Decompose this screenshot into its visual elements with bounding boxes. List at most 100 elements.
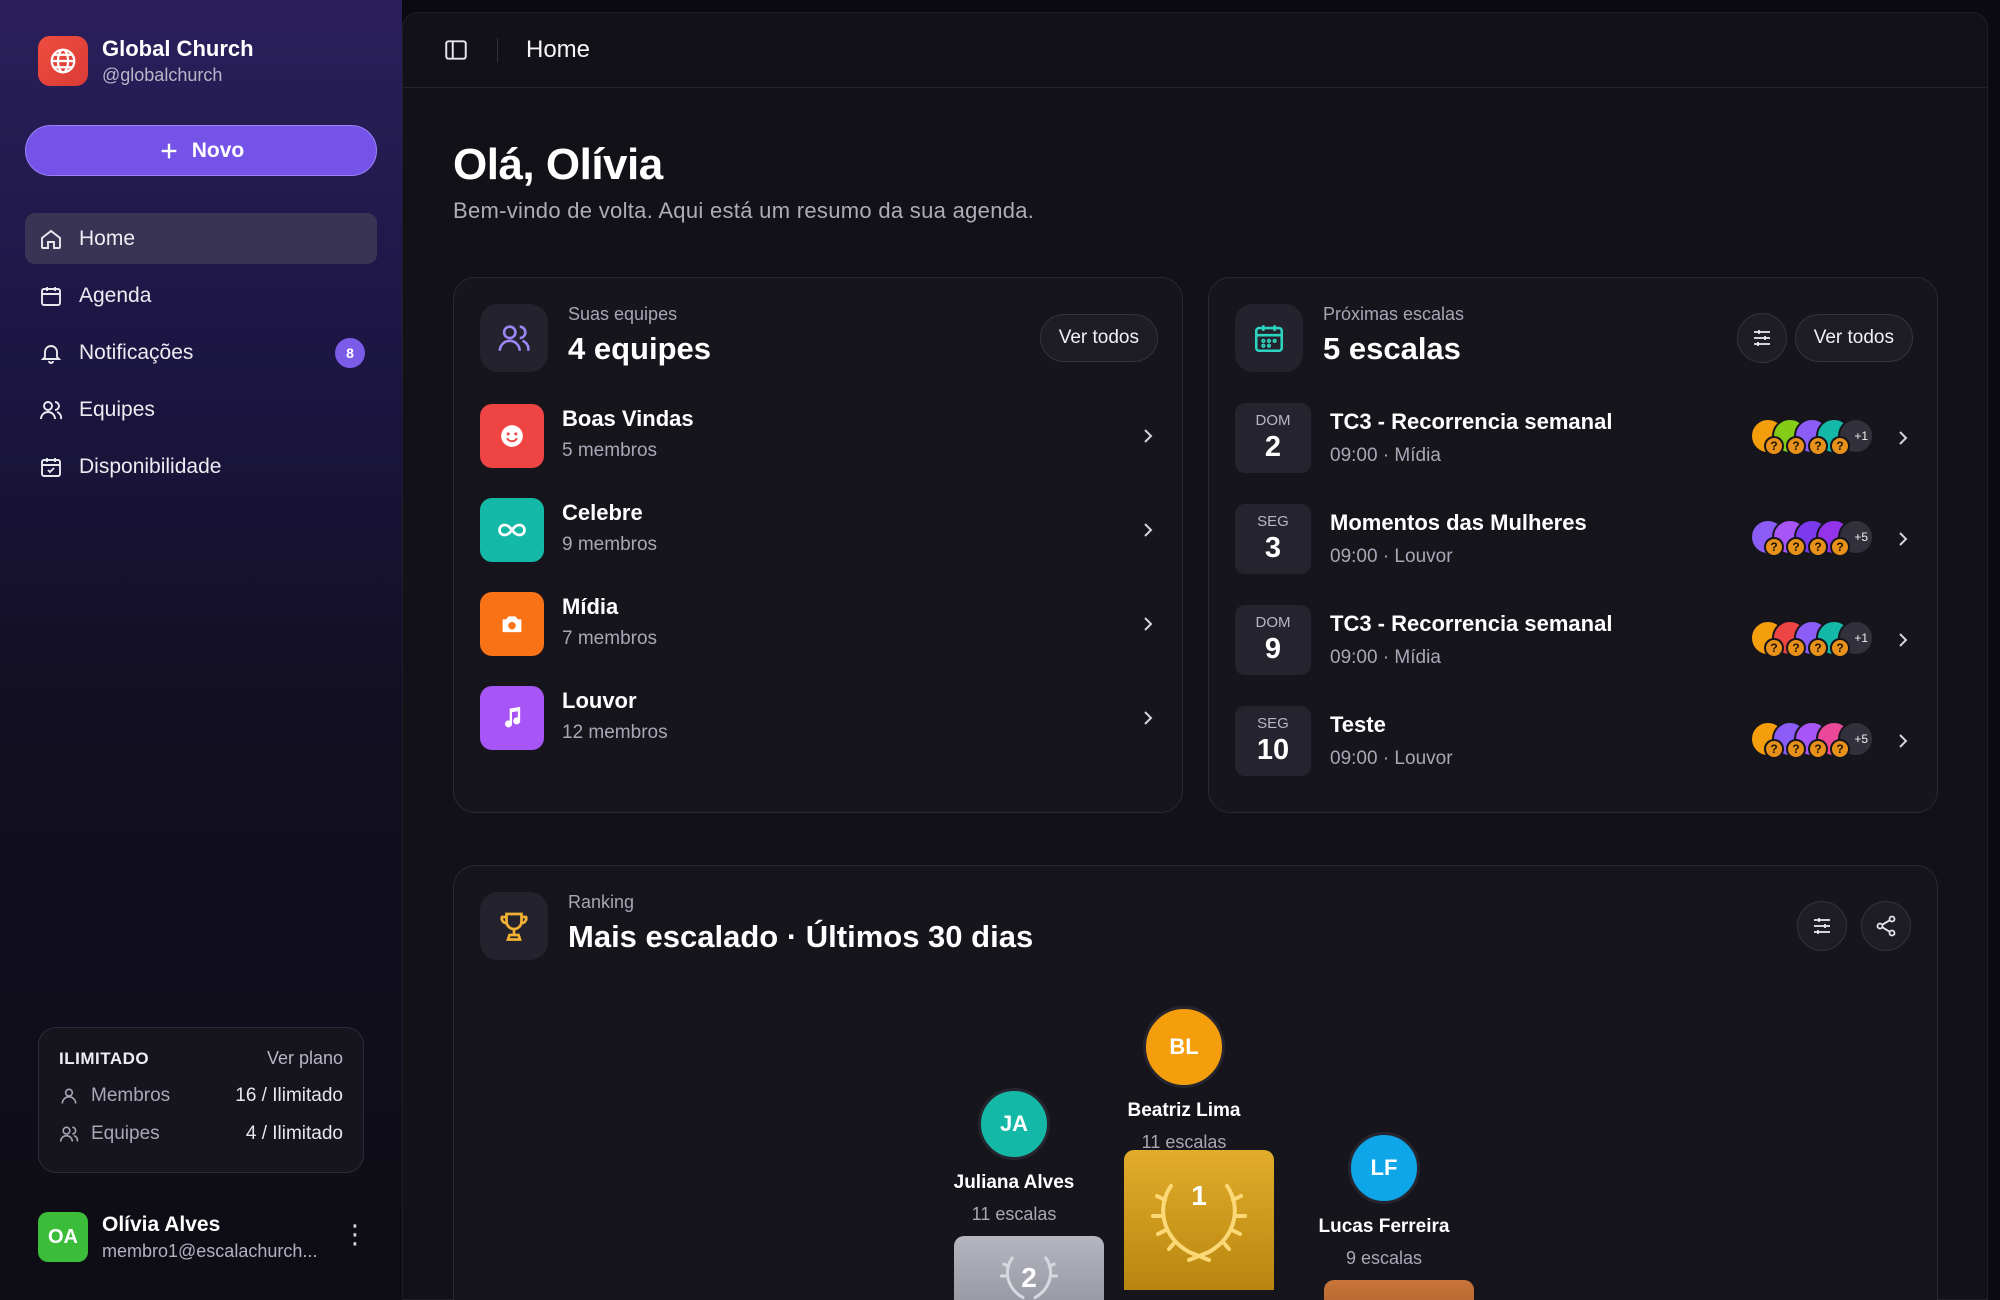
- pending-icon: ?: [1830, 436, 1850, 456]
- pending-icon: ?: [1830, 537, 1850, 557]
- sliders-icon: [1754, 330, 1770, 346]
- team-name: Celebre: [562, 500, 643, 525]
- org-handle: @globalchurch: [102, 65, 223, 85]
- greeting-subtitle: Bem-vindo de volta. Aqui está um resumo …: [453, 198, 1035, 223]
- pending-icon: ?: [1786, 739, 1806, 759]
- user-name: Olívia Alves: [102, 1212, 221, 1236]
- schedule-name: Momentos das Mulheres: [1330, 510, 1587, 535]
- schedule-day: 9: [1264, 633, 1282, 665]
- schedule-item[interactable]: DOM 9 TC3 - Recorrencia semanal 09:00 · …: [1235, 605, 1915, 675]
- ranking-card: Ranking Mais escalado · Últimos 30 dias …: [453, 865, 1938, 1300]
- schedule-date: SEG 3: [1235, 504, 1311, 574]
- ranking-filter-button[interactable]: [1797, 901, 1847, 951]
- view-plan-link[interactable]: Ver plano: [267, 1048, 343, 1069]
- schedule-date: DOM 9: [1235, 605, 1311, 675]
- sidebar-item-disponibilidade[interactable]: Disponibilidade: [25, 441, 377, 492]
- sidebar-item-notificacoes[interactable]: Notificações 8: [25, 327, 377, 378]
- greeting: Olá, Olívia Bem-vindo de volta. Aqui est…: [453, 140, 1034, 224]
- pending-icon: ?: [1764, 537, 1784, 557]
- chevron-right-icon: [1899, 532, 1908, 546]
- pending-icon: ?: [1808, 537, 1828, 557]
- plan-row-label: Membros: [91, 1085, 171, 1106]
- team-members: 5 membros: [562, 440, 658, 461]
- teams-card: Suas equipes 4 equipes Ver todos Boas Vi…: [453, 277, 1183, 813]
- team-item-boas-vindas[interactable]: Boas Vindas 5 membros: [480, 404, 1160, 468]
- ranking-kicker: Ranking: [568, 892, 635, 912]
- podium-second-pedestal: 2: [954, 1236, 1104, 1300]
- user-profile[interactable]: OA Olívia Alves membro1@escalachurch... …: [38, 1210, 368, 1264]
- schedule-date: DOM 2: [1235, 403, 1311, 473]
- smile-icon: [480, 404, 544, 468]
- greeting-title: Olá, Olívia: [453, 140, 663, 189]
- new-button[interactable]: Novo: [25, 125, 377, 176]
- pending-icon: ?: [1786, 436, 1806, 456]
- team-members: 9 membros: [562, 534, 658, 555]
- filter-button[interactable]: [1737, 313, 1787, 363]
- sidebar-item-label: Notificações: [79, 340, 194, 364]
- sidebar-item-agenda[interactable]: Agenda: [25, 270, 377, 321]
- chevron-right-icon: [1899, 633, 1908, 647]
- podium-third-person[interactable]: LF Lucas Ferreira 9 escalas: [1284, 1132, 1484, 1269]
- calendar-icon: [1235, 304, 1303, 372]
- globe-icon: [38, 36, 88, 86]
- schedule-day: 3: [1264, 532, 1282, 564]
- team-name: Boas Vindas: [562, 406, 694, 431]
- sidebar-item-home[interactable]: Home: [25, 213, 377, 264]
- podium-first-person[interactable]: BL Beatriz Lima 11 escalas: [1084, 1006, 1284, 1153]
- users-icon: [480, 304, 548, 372]
- podium-name: Lucas Ferreira: [1318, 1216, 1450, 1237]
- users-icon: [40, 400, 63, 419]
- schedule-name: TC3 - Recorrencia semanal: [1330, 409, 1613, 434]
- more-vertical-icon[interactable]: ⋮: [342, 1221, 368, 1247]
- sidebar-item-equipes[interactable]: Equipes: [25, 384, 377, 435]
- podium-count: 11 escalas: [971, 1204, 1057, 1224]
- avatar: JA: [978, 1088, 1050, 1160]
- schedule-weekday: DOM: [1255, 614, 1291, 631]
- sidebar-toggle-icon[interactable]: [443, 37, 469, 63]
- plan-row-value: 16 / Ilimitado: [235, 1085, 343, 1106]
- sidebar: Global Church @globalchurch Novo Home Ag…: [0, 0, 402, 1300]
- podium-rank: 2: [1021, 1262, 1037, 1293]
- podium-second-person[interactable]: JA Juliana Alves 11 escalas: [914, 1088, 1114, 1225]
- schedule-item[interactable]: DOM 2 TC3 - Recorrencia semanal 09:00 · …: [1235, 403, 1915, 473]
- share-icon: [1876, 915, 1896, 937]
- sliders-icon: [1814, 918, 1830, 934]
- podium-rank: 1: [1191, 1180, 1207, 1211]
- org-switcher[interactable]: Global Church @globalchurch: [38, 36, 254, 86]
- view-all-teams-button[interactable]: Ver todos: [1039, 314, 1158, 362]
- team-members: 12 membros: [562, 722, 668, 743]
- schedule-item[interactable]: SEG 3 Momentos das Mulheres 09:00 · Louv…: [1235, 504, 1915, 574]
- member-avatars: +1 ? ? ? ?: [1750, 620, 1878, 660]
- teams-kicker: Suas equipes: [568, 304, 678, 324]
- teams-count-title: 4 equipes: [568, 331, 711, 366]
- users-icon: [59, 1126, 79, 1142]
- team-item-midia[interactable]: Mídia 7 membros: [480, 592, 1160, 656]
- sidebar-item-label: Agenda: [79, 283, 152, 307]
- infinity-icon: [480, 498, 544, 562]
- sidebar-item-label: Equipes: [79, 397, 155, 421]
- view-all-schedules-button[interactable]: Ver todos: [1794, 314, 1913, 362]
- schedule-item[interactable]: SEG 10 Teste 09:00 · Louvor +5 ? ? ? ?: [1235, 706, 1915, 776]
- plan-row-teams: Equipes 4 / Ilimitado: [59, 1123, 343, 1145]
- schedule-weekday: SEG: [1257, 513, 1289, 530]
- main-nav: Home Agenda Notificações 8 Equipes Dispo…: [25, 213, 377, 498]
- schedules-card: Próximas escalas 5 escalas Ver todos DOM…: [1208, 277, 1938, 813]
- pending-icon: ?: [1764, 638, 1784, 658]
- team-item-celebre[interactable]: Celebre 9 membros: [480, 498, 1160, 562]
- team-item-louvor[interactable]: Louvor 12 membros: [480, 686, 1160, 750]
- schedules-kicker: Próximas escalas: [1323, 304, 1465, 324]
- schedule-day: 2: [1264, 431, 1282, 463]
- share-button[interactable]: [1861, 901, 1911, 951]
- chevron-right-icon: [1899, 734, 1908, 748]
- schedule-weekday: DOM: [1255, 412, 1291, 429]
- plan-row-members: Membros 16 / Ilimitado: [59, 1085, 343, 1107]
- pending-icon: ?: [1808, 638, 1828, 658]
- ranking-title: Mais escalado · Últimos 30 dias: [568, 919, 1034, 954]
- schedule-name: Teste: [1330, 712, 1386, 737]
- new-button-label: Novo: [191, 138, 245, 162]
- user-icon: [61, 1088, 77, 1104]
- podium-name: Beatriz Lima: [1127, 1100, 1241, 1121]
- team-name: Louvor: [562, 688, 637, 713]
- member-avatars: +5 ? ? ? ?: [1750, 519, 1878, 559]
- topbar: Home: [403, 13, 1987, 88]
